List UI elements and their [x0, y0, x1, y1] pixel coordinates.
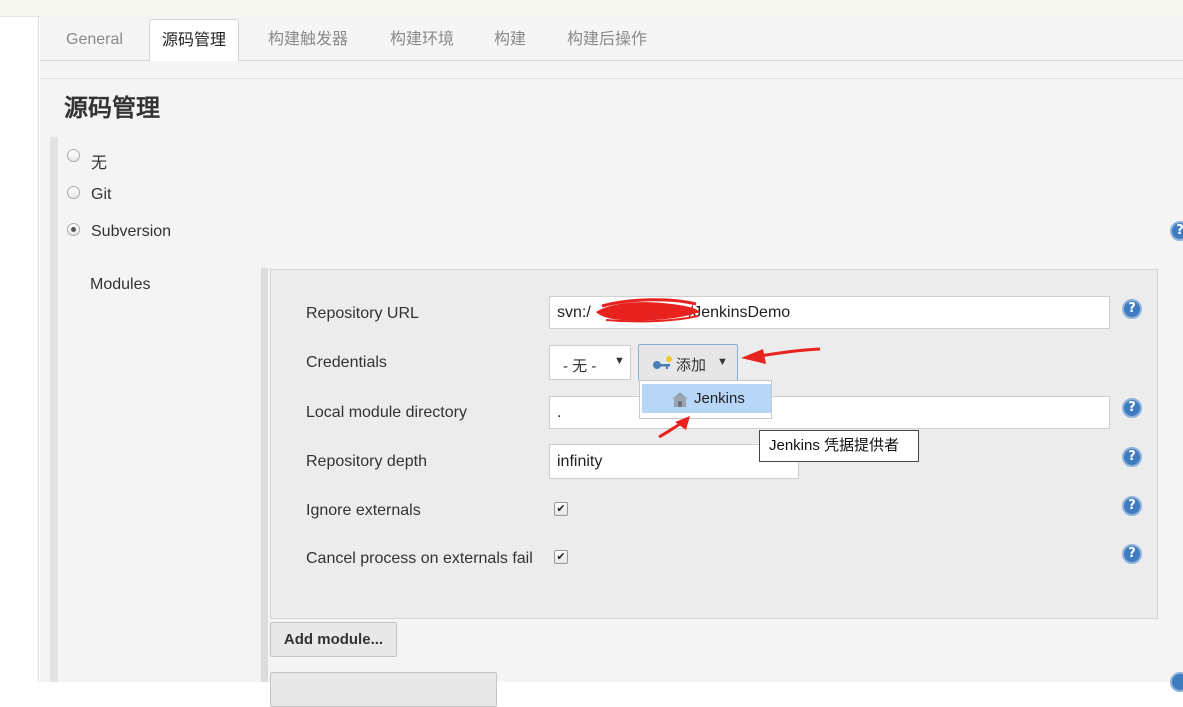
annotation-overlay [658, 347, 821, 439]
annotation-arrow-jenkins [658, 422, 681, 439]
annotation-arrowhead-jenkins [675, 416, 690, 430]
annotation-arrow-add [759, 347, 821, 358]
annotation-arrowhead-add [741, 349, 766, 364]
